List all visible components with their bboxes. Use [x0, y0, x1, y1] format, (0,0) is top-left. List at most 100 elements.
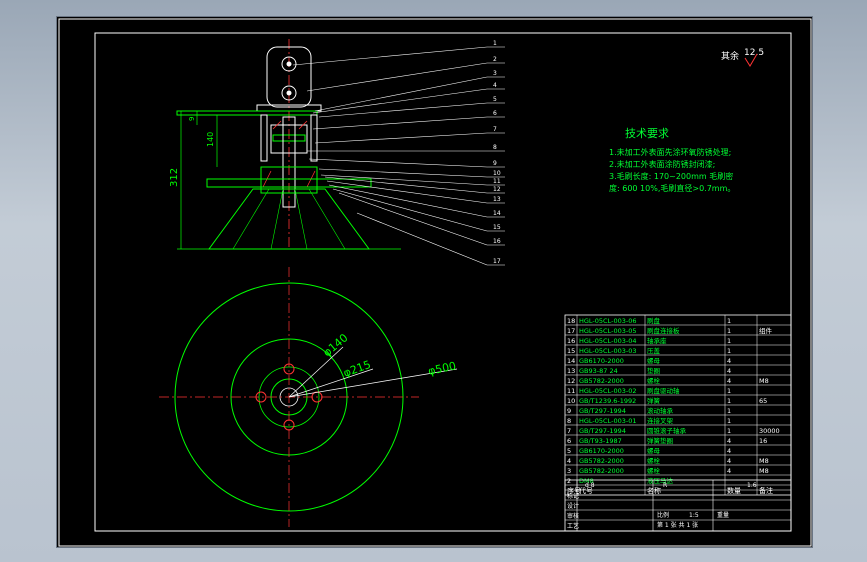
bom-cell-code: GB6170-2000 — [579, 357, 624, 365]
cone-line-1 — [232, 188, 270, 250]
drawing-canvas: 其余 12.5 技术要求 1.未加工外表面先涂环氧防锈处理; 2.未加工外表面涂… — [58, 18, 812, 547]
tb-label-1: 标记 — [567, 492, 579, 500]
bom-cell-code: GB5782-2000 — [579, 457, 624, 465]
dim-dia-140: φ140 — [321, 331, 351, 359]
bom-cell-qty: 1 — [727, 317, 731, 325]
bom-cell-name: 压盖 — [647, 346, 661, 355]
bom-cell-no: 4 — [567, 457, 571, 465]
leader-line — [324, 176, 488, 194]
bom-cell-no: 10 — [567, 397, 575, 405]
bom-cell-code: GB5782-2000 — [579, 377, 624, 385]
tb-label-2: 设计 — [567, 502, 579, 510]
leader-line — [338, 192, 488, 246]
bom-cell-no: 17 — [567, 327, 575, 335]
leader-line — [326, 180, 488, 204]
bom-cell-no: 15 — [567, 347, 575, 355]
bom-cell-qty: 1 — [727, 407, 731, 415]
balloon-number: 12 — [493, 186, 501, 193]
roughness-label: 其余 — [721, 50, 739, 62]
tb-scale-label: 比例 — [657, 511, 669, 519]
balloon-number: 15 — [493, 224, 501, 231]
leader-line — [306, 62, 488, 92]
tb-sheet-info: 第 1 张 共 1 张 — [657, 521, 698, 529]
bom-cell-qty: 4 — [727, 377, 731, 385]
drawing-frame-outer — [58, 18, 812, 547]
balloon-number: 7 — [493, 126, 497, 133]
tech-line-3: 3.毛刷长度: 170~200mm 毛刷密 — [609, 171, 733, 181]
tech-line-4: 度: 600 10%,毛刷直径>0.7mm。 — [609, 183, 735, 193]
bom-cell-code: HGL-05CL-003-03 — [579, 347, 636, 355]
bom-cell-name: 轴承座 — [647, 336, 667, 345]
bom-cell-no: 12 — [567, 377, 575, 385]
bom-cell-no: 9 — [567, 407, 571, 415]
bom-cell-qty: 4 — [727, 367, 731, 375]
balloon-number: 11 — [493, 178, 501, 185]
bom-cell-qty: 4 — [727, 357, 731, 365]
bom-cell-code: GB6170-2000 — [579, 447, 624, 455]
bom-cell-name: 连接叉架 — [647, 416, 674, 425]
bom-header-name: 名称 — [647, 486, 661, 495]
bom-cell-code: HGL-05CL-003-01 — [579, 417, 636, 425]
balloon-group: 1234567891011121314151617 — [292, 40, 505, 266]
bom-cell-code: GB/T297-1994 — [579, 427, 626, 435]
dim-9-text: 9 — [188, 117, 196, 121]
bom-cell-code: HGL-05CL-003-05 — [579, 327, 636, 335]
balloon-number: 8 — [493, 144, 497, 151]
leader-line — [312, 88, 488, 114]
bom-cell-name: 弹簧垫圈 — [647, 436, 673, 445]
balloon-number: 13 — [493, 196, 501, 203]
leader-line — [292, 46, 488, 66]
bom-header-qty: 数量 — [727, 486, 741, 495]
cone-line-4 — [308, 188, 346, 250]
leader-line — [314, 132, 488, 144]
dim-dia-215: φ215 — [342, 358, 373, 380]
bom-cell-qty: 1 — [727, 327, 731, 335]
dim-dia-500: φ500 — [427, 359, 457, 378]
bom-header-note: 备注 — [759, 486, 773, 495]
balloon-number: 5 — [493, 96, 497, 103]
bom-table: 18 HGL-05CL-003-06 刷盘 117 HGL-05CL-003-05 刷盘连… — [564, 314, 792, 496]
bom-cell-code: GB/T1239.6-1992 — [579, 397, 636, 405]
leader-line — [314, 76, 488, 112]
bom-cell-qty: 1 — [727, 427, 731, 435]
cad-viewport[interactable]: 其余 12.5 技术要求 1.未加工外表面先涂环氧防锈处理; 2.未加工外表面涂… — [56, 16, 813, 548]
leader-line — [328, 184, 488, 218]
bom-cell-code: HGL-05CL-003-04 — [579, 337, 636, 345]
tech-title: 技术要求 — [625, 127, 669, 140]
bom-cell-name: 刷盘连接板 — [647, 326, 680, 335]
balloon-number: 9 — [493, 160, 497, 167]
balloon-number: 4 — [493, 82, 497, 89]
bom-cell-note: M8 — [759, 457, 769, 465]
bom-cell-note: M8 — [759, 377, 769, 385]
leader-line — [312, 116, 488, 130]
bom-cell-qty: 1 — [727, 347, 731, 355]
bom-cell-name: 圆锥滚子轴承 — [647, 426, 687, 435]
bom-cell-name: 螺栓 — [647, 376, 661, 385]
balloon-number: 1 — [493, 40, 497, 47]
bom-cell-name: 螺母 — [647, 356, 661, 365]
bom-cell-code: HGL-05CL-003-06 — [579, 317, 636, 325]
bom-cell-name: 弹簧 — [647, 396, 661, 405]
balloon-number: 16 — [493, 238, 501, 245]
tb-label-3: 审核 — [567, 512, 579, 520]
bom-cell-qty: 4 — [727, 437, 731, 445]
bracket-left — [260, 114, 268, 162]
bom-cell-qty: 1 — [727, 417, 731, 425]
top-view: φ140 φ215 φ500 — [159, 267, 457, 527]
tb-row1-b: R — [663, 482, 667, 489]
balloon-number: 3 — [493, 70, 497, 77]
bom-cell-name: 刷盘驱动轴 — [647, 386, 680, 395]
bom-cell-no: 6 — [567, 437, 571, 445]
bom-cell-no: 13 — [567, 367, 575, 375]
bom-cell-code: GB/T297-1994 — [579, 407, 626, 415]
motor-hole-bottom-inner — [286, 90, 292, 96]
balloon-number: 17 — [493, 258, 501, 265]
bom-cell-no: 16 — [567, 337, 575, 345]
balloon-number: 6 — [493, 110, 497, 117]
bom-cell-no: 8 — [567, 417, 571, 425]
drawing-frame-inner — [94, 32, 792, 532]
bom-cell-name: 螺栓 — [647, 456, 661, 465]
bom-cell-code: GB5782-2000 — [579, 467, 624, 475]
dim-140-text: 140 — [206, 132, 215, 147]
bom-cell-no: 11 — [567, 387, 575, 395]
